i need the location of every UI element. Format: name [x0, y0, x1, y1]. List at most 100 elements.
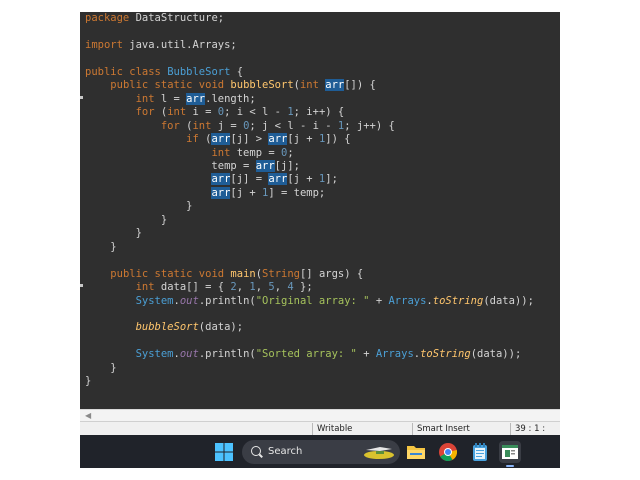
- code-token: ,: [236, 281, 250, 294]
- code-token: ]) {: [325, 133, 351, 146]
- code-line[interactable]: ​: [85, 335, 534, 348]
- code-token: bubbleSort: [135, 321, 199, 334]
- source-code[interactable]: package DataStructure;​import java.util.…: [85, 12, 534, 389]
- code-token: +: [369, 294, 389, 307]
- code-token: System: [135, 294, 174, 307]
- code-token: (data));: [470, 348, 522, 361]
- code-token: (data);: [198, 321, 244, 334]
- code-token: DataStructure;: [129, 12, 225, 24]
- notepad-icon[interactable]: [469, 441, 491, 463]
- code-line[interactable]: arr[j + 1] = temp;: [85, 186, 534, 200]
- code-token: ,: [255, 281, 269, 294]
- code-token: ] = temp;: [268, 186, 326, 199]
- code-token: arr: [268, 133, 288, 146]
- code-line[interactable]: ​: [85, 308, 534, 321]
- code-token: temp =: [230, 146, 281, 159]
- code-token: arr: [325, 79, 345, 92]
- code-token: arr: [186, 92, 206, 105]
- code-token: [j] >: [230, 133, 269, 146]
- code-line[interactable]: public static void bubbleSort(int arr[])…: [85, 79, 534, 92]
- code-token: Arrays: [388, 294, 427, 307]
- code-line[interactable]: public class BubbleSort {: [85, 66, 534, 79]
- taskbar-search[interactable]: Search: [242, 440, 400, 464]
- code-token: java.util.Arrays;: [122, 38, 237, 51]
- windows-start-icon[interactable]: [213, 441, 235, 463]
- code-token: (data));: [483, 294, 534, 307]
- code-token: int: [192, 119, 212, 132]
- code-token: toString: [432, 294, 484, 307]
- code-line[interactable]: }: [85, 214, 534, 227]
- code-line[interactable]: for (int i = 0; i < l - 1; i++) {: [85, 106, 534, 119]
- code-token: arr: [268, 173, 288, 186]
- code-token: }: [85, 213, 168, 226]
- code-line[interactable]: if (arr[j] > arr[j + 1]) {: [85, 133, 534, 146]
- code-line[interactable]: ​: [85, 25, 534, 38]
- code-token: int: [211, 146, 231, 159]
- search-icon: [251, 446, 261, 456]
- code-token: [j +: [287, 133, 319, 146]
- code-token: [] args) {: [299, 267, 364, 280]
- code-token: (: [198, 133, 212, 146]
- search-highlight-icon: [364, 447, 394, 459]
- code-token: int: [135, 281, 155, 294]
- code-editor[interactable]: package DataStructure;​import java.util.…: [80, 12, 560, 409]
- code-token: data[] = {: [154, 281, 231, 294]
- code-token: .println(: [198, 294, 256, 307]
- fold-marker[interactable]: [80, 96, 83, 99]
- code-line[interactable]: int data[] = { 2, 1, 5, 4 };: [85, 281, 534, 294]
- code-line[interactable]: bubbleSort(data);: [85, 321, 534, 334]
- code-token: Arrays: [375, 348, 414, 361]
- code-line[interactable]: ​: [85, 254, 534, 267]
- code-token: public static void: [110, 267, 225, 280]
- code-token: .println(: [198, 348, 256, 361]
- code-line[interactable]: System.out.println("Sorted array: " + Ar…: [85, 348, 534, 361]
- code-line[interactable]: }: [85, 200, 534, 213]
- code-line[interactable]: ​: [85, 52, 534, 65]
- code-token: "Original array: ": [255, 294, 370, 307]
- code-token: }: [85, 361, 117, 374]
- code-token: arr: [211, 133, 231, 146]
- code-token: i =: [186, 106, 218, 119]
- code-token: public class: [85, 65, 161, 78]
- code-token: ];: [325, 173, 338, 186]
- code-line[interactable]: }: [85, 375, 534, 388]
- code-token: (: [179, 119, 193, 132]
- code-token: int: [299, 79, 319, 92]
- chrome-icon[interactable]: [437, 441, 459, 463]
- code-token: ; i < l -: [224, 106, 288, 119]
- code-token: int: [135, 92, 155, 105]
- code-line[interactable]: }: [85, 362, 534, 375]
- code-line[interactable]: import java.util.Arrays;: [85, 39, 534, 52]
- fold-marker[interactable]: [80, 284, 83, 287]
- code-token: ; j < l - i -: [249, 119, 338, 132]
- code-token: [j +: [287, 173, 319, 186]
- code-line[interactable]: int l = arr.length;: [85, 92, 534, 106]
- code-line[interactable]: package DataStructure;: [85, 12, 534, 25]
- code-line[interactable]: for (int j = 0; j < l - i - 1; j++) {: [85, 120, 534, 133]
- code-line[interactable]: }: [85, 227, 534, 240]
- code-token: arr: [211, 173, 231, 186]
- file-explorer-icon[interactable]: [405, 441, 427, 463]
- code-line[interactable]: int temp = 0;: [85, 147, 534, 160]
- active-indicator: [506, 465, 514, 467]
- code-token: }: [85, 200, 193, 213]
- code-line[interactable]: System.out.println("Original array: " + …: [85, 295, 534, 308]
- code-token: l =: [154, 92, 187, 105]
- code-line[interactable]: temp = arr[j];: [85, 159, 534, 173]
- status-bar: Writable Smart Insert 39 : 1 : 636: [80, 421, 560, 446]
- code-line[interactable]: public static void main(String[] args) {: [85, 268, 534, 281]
- active-app-icon[interactable]: [499, 441, 521, 463]
- search-label: Search: [268, 446, 303, 457]
- code-token: main: [230, 267, 256, 280]
- code-token: bubbleSort: [230, 79, 294, 92]
- scroll-left-icon[interactable]: ◀: [85, 411, 91, 420]
- code-line[interactable]: }: [85, 241, 534, 254]
- code-line[interactable]: arr[j] = arr[j + 1];: [85, 173, 534, 186]
